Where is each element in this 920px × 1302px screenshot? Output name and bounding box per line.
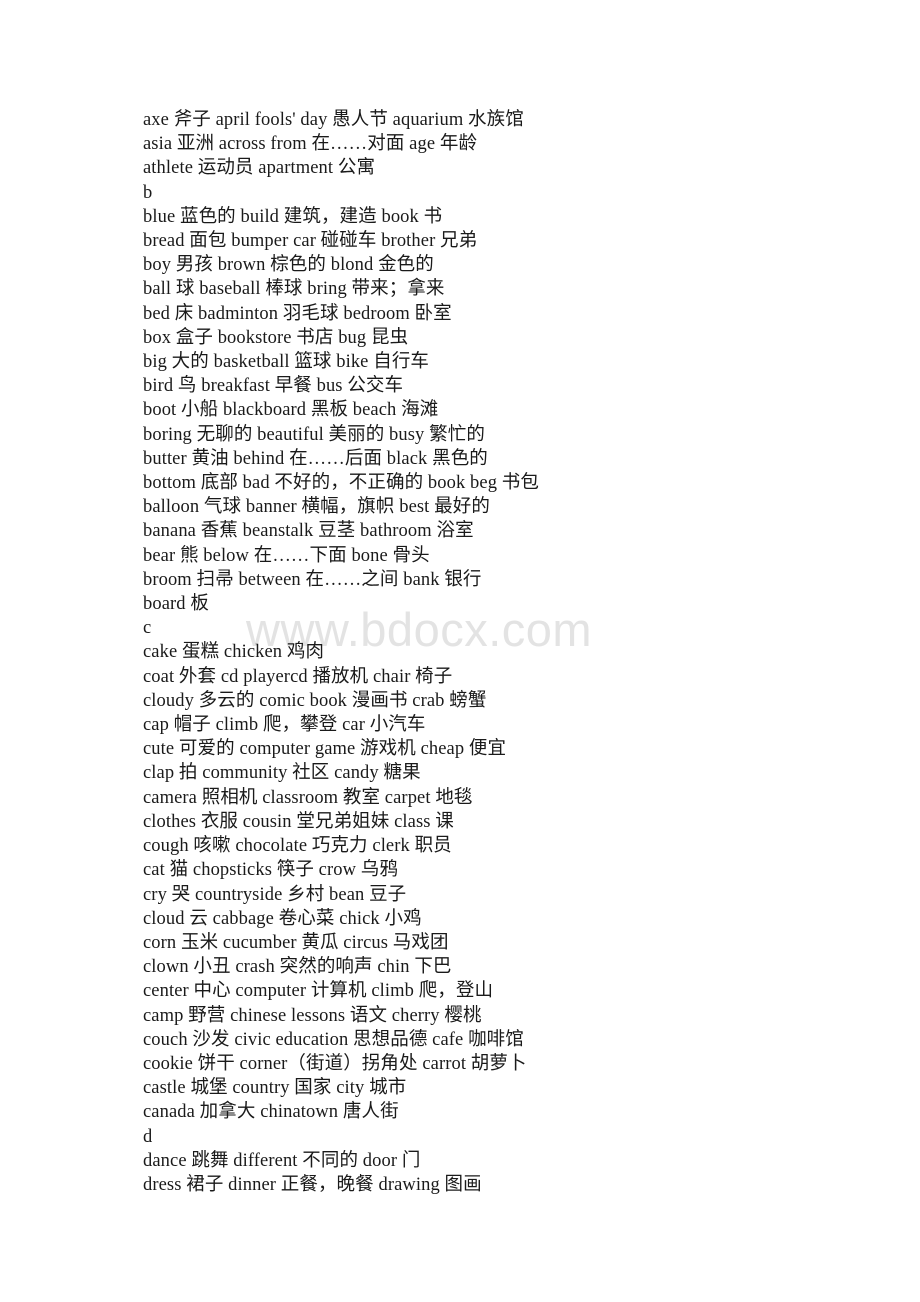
- vocabulary-line: bed 床 badminton 羽毛球 bedroom 卧室: [143, 303, 452, 324]
- vocabulary-line: cake 蛋糕 chicken 鸡肉: [143, 642, 325, 663]
- vocabulary-line: center 中心 computer 计算机 climb 爬，登山: [143, 981, 494, 1002]
- vocabulary-line: couch 沙发 civic education 思想品德 cafe 咖啡馆: [143, 1029, 524, 1050]
- vocabulary-line: cookie 饼干 corner（街道）拐角处 carrot 胡萝卜: [143, 1053, 527, 1074]
- vocabulary-line: balloon 气球 banner 横幅，旗帜 best 最好的: [143, 497, 490, 518]
- vocabulary-line: cry 哭 countryside 乡村 bean 豆子: [143, 884, 407, 905]
- vocabulary-line: cute 可爱的 computer game 游戏机 cheap 便宜: [143, 739, 507, 760]
- vocabulary-line: banana 香蕉 beanstalk 豆茎 bathroom 浴室: [143, 521, 474, 542]
- vocabulary-line: canada 加拿大 chinatown 唐人街: [143, 1102, 399, 1123]
- vocabulary-line: clothes 衣服 cousin 堂兄弟姐妹 class 课: [143, 811, 454, 832]
- vocabulary-line: camera 照相机 classroom 教室 carpet 地毯: [143, 787, 473, 808]
- vocabulary-line: bird 鸟 breakfast 早餐 bus 公交车: [143, 376, 404, 397]
- vocabulary-line: boy 男孩 brown 棕色的 blond 金色的: [143, 255, 434, 276]
- vocabulary-line: butter 黄油 behind 在……后面 black 黑色的: [143, 448, 488, 469]
- vocabulary-line: cloudy 多云的 comic book 漫画书 crab 螃蟹: [143, 690, 487, 711]
- vocabulary-line: castle 城堡 country 国家 city 城市: [143, 1078, 407, 1099]
- vocabulary-line: bottom 底部 bad 不好的，不正确的 book beg 书包: [143, 473, 539, 494]
- section-letter-heading: d: [143, 1126, 153, 1147]
- vocabulary-line: cat 猫 chopsticks 筷子 crow 乌鸦: [143, 860, 398, 881]
- vocabulary-line: boring 无聊的 beautiful 美丽的 busy 繁忙的: [143, 424, 485, 445]
- vocabulary-line: athlete 运动员 apartment 公寓: [143, 158, 376, 179]
- vocabulary-line: box 盒子 bookstore 书店 bug 昆虫: [143, 327, 409, 348]
- vocabulary-line: axe 斧子 april fools' day 愚人节 aquarium 水族馆: [143, 110, 524, 130]
- vocabulary-line: bear 熊 below 在……下面 bone 骨头: [143, 545, 430, 566]
- vocabulary-line: clap 拍 community 社区 candy 糖果: [143, 763, 421, 784]
- document-page: www.bdocx.com axe 斧子 april fools' day 愚人…: [0, 0, 920, 1302]
- vocabulary-line: broom 扫帚 between 在……之间 bank 银行: [143, 569, 482, 590]
- vocabulary-line: corn 玉米 cucumber 黄瓜 circus 马戏团: [143, 932, 449, 953]
- vocabulary-line: coat 外套 cd playercd 播放机 chair 椅子: [143, 666, 453, 687]
- vocabulary-line: cap 帽子 climb 爬，攀登 car 小汽车: [143, 715, 426, 736]
- vocabulary-line: big 大的 basketball 篮球 bike 自行车: [143, 352, 430, 373]
- vocabulary-line: blue 蓝色的 build 建筑，建造 book 书: [143, 206, 443, 227]
- vocabulary-line: cough 咳嗽 chocolate 巧克力 clerk 职员: [143, 836, 452, 857]
- vocabulary-line: asia 亚洲 across from 在……对面 age 年龄: [143, 134, 478, 155]
- section-letter-heading: b: [143, 182, 153, 203]
- vocabulary-line: camp 野营 chinese lessons 语文 cherry 樱桃: [143, 1005, 482, 1026]
- vocabulary-list: axe 斧子 april fools' day 愚人节 aquarium 水族馆…: [143, 108, 843, 1197]
- vocabulary-line: dance 跳舞 different 不同的 door 门: [143, 1150, 421, 1171]
- vocabulary-line: ball 球 baseball 棒球 bring 带来；拿来: [143, 279, 445, 300]
- vocabulary-line: cloud 云 cabbage 卷心菜 chick 小鸡: [143, 908, 422, 929]
- section-letter-heading: c: [143, 618, 152, 639]
- vocabulary-line: clown 小丑 crash 突然的响声 chin 下巴: [143, 957, 452, 978]
- vocabulary-line: board 板: [143, 594, 209, 615]
- vocabulary-line: bread 面包 bumper car 碰碰车 brother 兄弟: [143, 231, 478, 252]
- vocabulary-line: dress 裙子 dinner 正餐，晚餐 drawing 图画: [143, 1174, 482, 1195]
- vocabulary-line: boot 小船 blackboard 黑板 beach 海滩: [143, 400, 439, 421]
